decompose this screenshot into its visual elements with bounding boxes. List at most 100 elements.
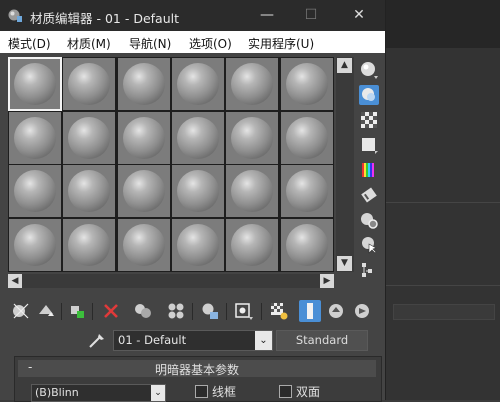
background-viewport: [385, 0, 500, 400]
material-preview-sphere: [231, 170, 274, 212]
material-preview-sphere: [68, 170, 111, 212]
wire-checkbox[interactable]: [195, 385, 208, 398]
material-preview-sphere: [176, 170, 219, 212]
video-color-check-icon[interactable]: [359, 160, 379, 180]
make-material-copy-icon[interactable]: [132, 300, 154, 322]
sample-slot[interactable]: [226, 218, 279, 271]
menu-material[interactable]: 材质(M): [67, 35, 111, 52]
horizontal-scrollbar[interactable]: ◀ ▶: [8, 274, 334, 288]
menu-utilities[interactable]: 实用程序(U): [248, 35, 314, 52]
background-divider: [385, 285, 500, 286]
put-to-library-icon[interactable]: [199, 300, 221, 322]
menu-bar: 模式(D) 材质(M) 导航(N) 选项(O) 实用程序(U): [0, 31, 385, 53]
chevron-down-icon[interactable]: ⌄: [255, 331, 272, 350]
side-toolbar: [356, 58, 382, 288]
wire-checkbox-label: 线框: [212, 385, 237, 399]
sample-slot[interactable]: [117, 111, 170, 164]
make-unique-icon[interactable]: [165, 300, 187, 322]
sample-type-icon[interactable]: [359, 60, 379, 80]
window-title: 材质编辑器 - 01 - Default: [30, 11, 179, 26]
material-preview-sphere: [285, 223, 328, 266]
toolbar-separator: [92, 303, 93, 320]
scroll-up-arrow[interactable]: ▲: [337, 58, 352, 73]
sample-slot[interactable]: [117, 218, 170, 271]
vertical-scrollbar[interactable]: ▲ ▼: [336, 57, 354, 272]
chevron-down-icon[interactable]: ⌄: [151, 385, 165, 401]
toolbar-separator: [226, 303, 227, 320]
sample-slot[interactable]: [117, 58, 170, 110]
sample-slot[interactable]: [8, 57, 62, 111]
material-editor-window: 材质编辑器 - 01 - Default — ☐ ✕ 模式(D) 材质(M) 导…: [0, 0, 386, 402]
two-sided-checkbox[interactable]: [279, 385, 292, 398]
material-editor-app-icon: [8, 9, 22, 22]
make-preview-icon[interactable]: [359, 185, 379, 205]
sample-slot[interactable]: [63, 111, 116, 164]
sample-slot[interactable]: [9, 218, 61, 271]
menu-navigation[interactable]: 导航(N): [129, 35, 171, 52]
material-preview-sphere: [285, 170, 328, 212]
material-preview-sphere: [68, 223, 111, 266]
sample-slot[interactable]: [280, 165, 333, 217]
show-end-result-icon[interactable]: [299, 300, 321, 322]
background-field: [393, 304, 495, 320]
sample-slot-grid: [8, 57, 334, 272]
sample-slot[interactable]: [63, 58, 116, 110]
material-preview-sphere: [231, 223, 274, 266]
scroll-right-arrow[interactable]: ▶: [320, 274, 334, 288]
material-map-navigator-icon[interactable]: [359, 260, 379, 280]
shader-type-dropdown[interactable]: (B)Blinn ⌄: [31, 384, 166, 402]
minimize-button[interactable]: —: [255, 4, 279, 26]
go-to-parent-icon[interactable]: [325, 300, 347, 322]
toolbar-separator: [261, 303, 262, 320]
scroll-left-arrow[interactable]: ◀: [8, 274, 22, 288]
menu-mode[interactable]: 模式(D): [8, 35, 51, 52]
sample-slot[interactable]: [171, 165, 224, 217]
sample-slot[interactable]: [9, 165, 61, 217]
select-by-material-icon[interactable]: [359, 235, 379, 255]
pick-material-eyedropper-icon[interactable]: [86, 330, 108, 350]
sample-slot[interactable]: [226, 111, 279, 164]
rollout-header[interactable]: - 明暗器基本参数: [18, 360, 376, 377]
title-bar: 材质编辑器 - 01 - Default — ☐ ✕: [0, 0, 385, 31]
material-preview-sphere: [176, 63, 219, 105]
get-material-icon[interactable]: [10, 300, 32, 322]
show-shaded-material-icon[interactable]: [268, 300, 290, 322]
menu-options[interactable]: 选项(O): [189, 35, 232, 52]
uv-tiling-icon[interactable]: [359, 135, 379, 155]
reset-map-icon[interactable]: [100, 300, 122, 322]
material-name-field[interactable]: 01 - Default ⌄: [113, 330, 273, 351]
material-id-channel-icon[interactable]: [232, 300, 254, 322]
material-toolbar: [8, 300, 380, 324]
material-preview-sphere: [122, 170, 165, 212]
sample-slot[interactable]: [63, 165, 116, 217]
material-name-row: 01 - Default ⌄ Standard: [86, 330, 376, 351]
two-sided-checkbox-label: 双面: [296, 385, 321, 399]
assign-material-to-selection-icon[interactable]: [66, 300, 88, 322]
shader-type-value: (B)Blinn: [35, 386, 79, 399]
sample-slot[interactable]: [171, 58, 224, 110]
close-button[interactable]: ✕: [347, 4, 371, 26]
put-material-to-scene-icon[interactable]: [35, 300, 57, 322]
material-type-button[interactable]: Standard: [276, 330, 368, 351]
background-checker-icon[interactable]: [359, 110, 379, 130]
material-preview-sphere: [231, 116, 274, 159]
material-preview-sphere: [14, 63, 56, 105]
sample-slot[interactable]: [280, 58, 333, 110]
sample-slot[interactable]: [63, 218, 116, 271]
sample-slot[interactable]: [171, 218, 224, 271]
backlight-icon[interactable]: [359, 85, 379, 105]
scroll-down-arrow[interactable]: ▼: [337, 256, 352, 271]
go-forward-to-sibling-icon[interactable]: [351, 300, 373, 322]
sample-slot[interactable]: [226, 165, 279, 217]
material-preview-sphere: [285, 116, 328, 159]
sample-slot[interactable]: [226, 58, 279, 110]
maximize-button[interactable]: ☐: [299, 4, 323, 26]
sample-slot[interactable]: [280, 111, 333, 164]
sample-slot[interactable]: [117, 165, 170, 217]
sample-slot[interactable]: [9, 111, 61, 164]
sample-slot[interactable]: [280, 218, 333, 271]
material-preview-sphere: [122, 116, 165, 159]
sample-slot[interactable]: [171, 111, 224, 164]
options-icon[interactable]: [359, 210, 379, 230]
background-header: [385, 0, 500, 48]
